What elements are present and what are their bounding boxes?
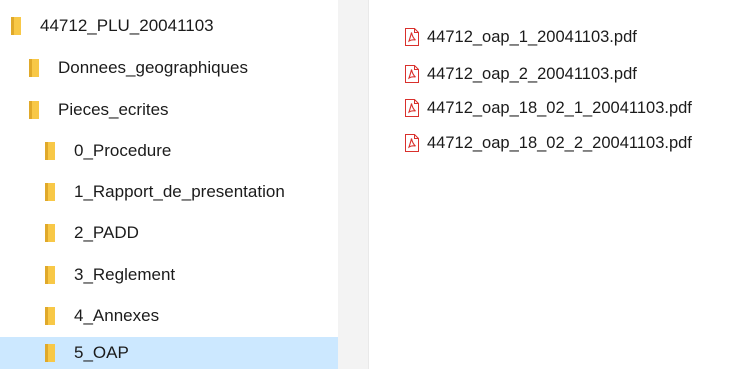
tree-item-label: 5_OAP — [74, 343, 129, 362]
tree-item-4-annexes[interactable]: 4_Annexes — [0, 296, 338, 336]
tree-item-label: 0_Procedure — [74, 141, 172, 160]
folder-icon — [11, 17, 21, 35]
pdf-file-icon — [405, 99, 419, 117]
folder-icon — [45, 224, 55, 242]
folder-icon — [29, 101, 39, 119]
tree-item-5-oap[interactable]: 5_OAP — [0, 337, 338, 369]
file-item[interactable]: 44712_oap_18_02_1_20041103.pdf — [405, 96, 692, 120]
tree-item-3-reglement[interactable]: 3_Reglement — [0, 255, 338, 295]
tree-item-1-rapport-de-presentation[interactable]: 1_Rapport_de_presentation — [0, 172, 338, 212]
folder-icon — [29, 59, 39, 77]
file-name: 44712_oap_2_20041103.pdf — [427, 64, 637, 83]
folder-icon — [45, 183, 55, 201]
folder-icon — [45, 307, 55, 325]
pdf-file-icon — [405, 134, 419, 152]
file-name: 44712_oap_18_02_2_20041103.pdf — [427, 133, 692, 152]
tree-item-label: Donnees_geographiques — [58, 58, 248, 77]
pdf-file-icon — [405, 65, 419, 83]
tree-item-label: 3_Reglement — [74, 265, 176, 284]
tree-item-2-padd[interactable]: 2_PADD — [0, 213, 338, 253]
pdf-file-icon — [405, 28, 419, 46]
folder-icon — [45, 142, 55, 160]
tree-item-44712-plu[interactable]: 44712_PLU_20041103 — [0, 6, 338, 46]
tree-item-0-procedure[interactable]: 0_Procedure — [0, 131, 338, 171]
file-name: 44712_oap_1_20041103.pdf — [427, 27, 637, 46]
tree-item-label: 2_PADD — [74, 223, 139, 242]
folder-icon — [45, 266, 55, 284]
pane-splitter[interactable] — [338, 0, 368, 369]
tree-item-label: Pieces_ecrites — [58, 100, 169, 119]
file-item[interactable]: 44712_oap_18_02_2_20041103.pdf — [405, 131, 692, 155]
file-item[interactable]: 44712_oap_2_20041103.pdf — [405, 62, 637, 86]
navigation-tree: 44712_PLU_20041103 Donnees_geographiques… — [0, 0, 338, 369]
folder-icon — [45, 344, 55, 362]
file-explorer-window: 44712_PLU_20041103 Donnees_geographiques… — [0, 0, 740, 369]
file-item[interactable]: 44712_oap_1_20041103.pdf — [405, 25, 637, 49]
tree-item-pieces-ecrites[interactable]: Pieces_ecrites — [0, 90, 338, 130]
file-list: 44712_oap_1_20041103.pdf 44712_oap_2_200… — [369, 0, 740, 369]
tree-item-label: 44712_PLU_20041103 — [40, 16, 214, 35]
tree-item-label: 1_Rapport_de_presentation — [74, 182, 285, 201]
file-name: 44712_oap_18_02_1_20041103.pdf — [427, 98, 692, 117]
tree-item-donnees-geographiques[interactable]: Donnees_geographiques — [0, 48, 338, 88]
tree-item-label: 4_Annexes — [74, 306, 160, 325]
